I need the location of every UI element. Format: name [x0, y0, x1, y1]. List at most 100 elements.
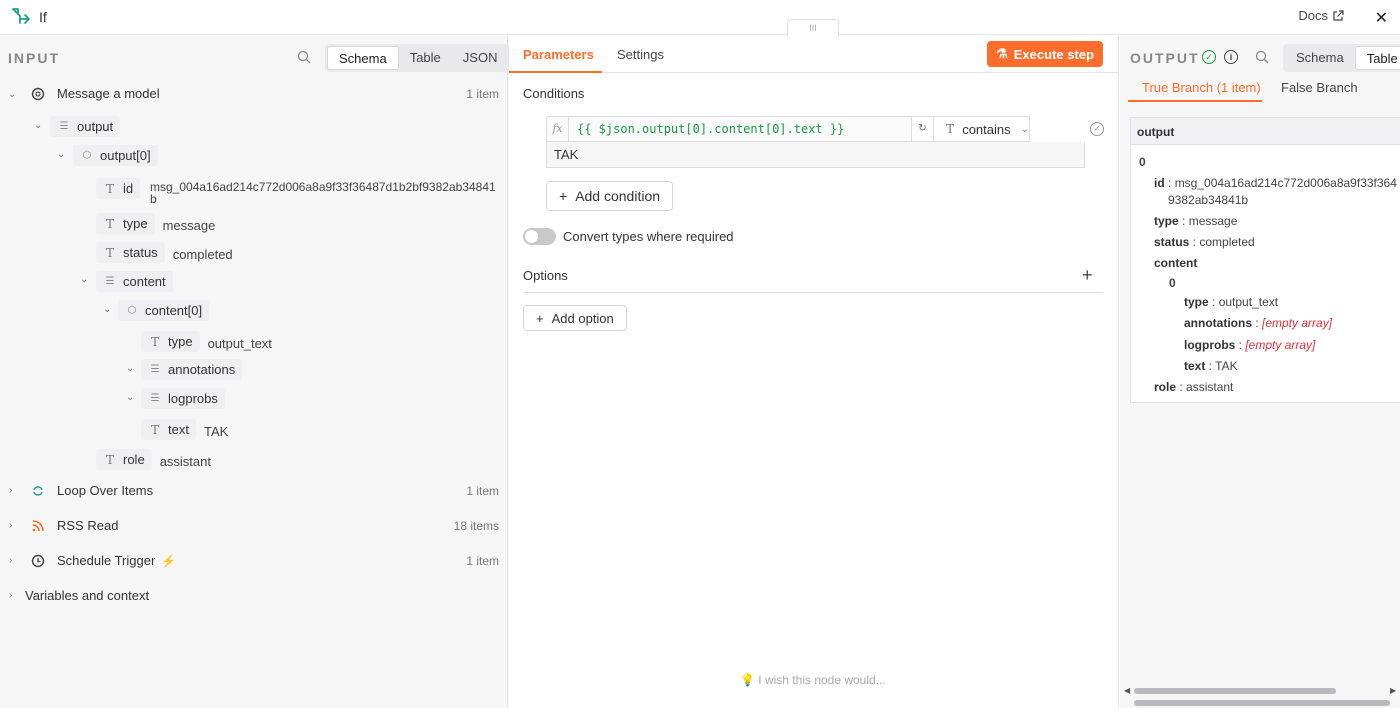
field-value: message: [162, 217, 216, 233]
scroll-right-icon[interactable]: ▶: [1390, 686, 1396, 695]
tree-item-logprobs[interactable]: ☰ logprobs: [141, 388, 225, 409]
plus-icon[interactable]: +: [1082, 265, 1093, 286]
list-icon: ☰: [150, 364, 160, 375]
scroll-left-icon[interactable]: ◀: [1124, 686, 1130, 695]
feedback-link[interactable]: 💡 I wish this node would...: [740, 673, 886, 687]
chevron-down-icon[interactable]: ⌄: [34, 120, 44, 131]
tree-item-id: Tid: [96, 178, 141, 199]
tree-item-text: Ttext TAK: [141, 419, 228, 440]
item-count: 1 item: [466, 554, 499, 568]
node-message-a-model[interactable]: Message a model: [31, 86, 160, 101]
tree-item-role: Trole assistant: [96, 449, 211, 470]
node-schedule-trigger[interactable]: Schedule Trigger ⚡: [31, 553, 176, 568]
horizontal-scrollbar[interactable]: [1134, 688, 1336, 694]
tree-item-content-type: Ttype output_text: [141, 331, 272, 352]
value: [empty array]: [1245, 338, 1316, 352]
top-bar: If III Docs ✕: [0, 0, 1400, 37]
search-icon[interactable]: [1255, 50, 1269, 67]
tree-item-content[interactable]: ☰ content: [96, 271, 173, 292]
output-type: type : message: [1154, 214, 1238, 228]
input-view-json[interactable]: JSON: [452, 46, 509, 70]
tab-false-branch[interactable]: False Branch: [1281, 80, 1358, 95]
chevron-down-icon[interactable]: ⌄: [80, 274, 90, 285]
key: annotations: [1184, 316, 1252, 330]
external-link-icon: [1333, 9, 1344, 21]
chevron-down-icon[interactable]: ⌄: [126, 363, 136, 374]
swap-icon[interactable]: ↻: [912, 116, 934, 142]
node-loop-over-items[interactable]: Loop Over Items: [31, 483, 153, 498]
field-value-line: b: [150, 192, 157, 206]
input-panel: INPUT Schema Table JSON ⌄ Message a mode…: [0, 36, 511, 708]
operator-select[interactable]: T contains ⌄: [934, 116, 1030, 142]
text-type-icon: T: [105, 245, 114, 260]
tree-item-content0[interactable]: ⬡ content[0]: [118, 300, 210, 321]
add-option-button[interactable]: + Add option: [523, 305, 627, 331]
chevron-right-icon[interactable]: ›: [9, 555, 19, 566]
output-id-cont: 9382ab34841b: [1168, 193, 1249, 207]
output-role: role : assistant: [1154, 380, 1234, 394]
chevron-down-icon[interactable]: ⌄: [57, 149, 67, 160]
output-view-switch: Schema Table: [1283, 44, 1400, 72]
key: content: [1154, 256, 1198, 270]
variables-and-context[interactable]: Variables and context: [25, 588, 149, 603]
key: status: [1154, 235, 1190, 249]
operator-value: contains: [962, 121, 1011, 137]
value: assistant: [1186, 380, 1234, 394]
field-value-line: msg_004a16ad214c772d006a8a9f33f36487d1b2…: [150, 180, 496, 194]
horizontal-scrollbar-2[interactable]: [1134, 700, 1390, 706]
tab-true-branch[interactable]: True Branch (1 item): [1142, 80, 1261, 95]
key: text: [1184, 359, 1206, 373]
value: msg_004a16ad214c772d006a8a9f33f364: [1174, 176, 1397, 190]
execute-step-button[interactable]: ⚗ Execute step: [987, 41, 1103, 67]
content-index: 0: [1169, 276, 1176, 290]
key: role: [1154, 380, 1177, 394]
add-option-label: Add option: [551, 310, 614, 326]
openai-icon: [31, 87, 45, 100]
close-icon[interactable]: ✕: [1375, 8, 1388, 28]
list-icon: ☰: [150, 393, 160, 404]
chevron-down-icon[interactable]: ⌄: [126, 392, 136, 403]
tree-item-type: Ttype message: [96, 213, 215, 234]
chevron-down-icon[interactable]: ⌄: [103, 304, 113, 315]
add-condition-button[interactable]: + Add condition: [546, 181, 674, 211]
search-icon[interactable]: [297, 50, 311, 67]
output-panel: OUTPUT ✓ i Schema Table True Branch (1 i…: [1120, 36, 1400, 708]
value: [empty array]: [1262, 316, 1333, 330]
item-count: 18 items: [453, 519, 499, 533]
text-type-icon: T: [105, 452, 114, 467]
text-type-icon: T: [150, 334, 159, 349]
output-view-table[interactable]: Table: [1354, 46, 1400, 70]
condition-left-input[interactable]: fx {{ $json.output[0].content[0].text }}: [546, 116, 912, 142]
convert-types-label: Convert types where required: [563, 229, 734, 244]
resize-handle[interactable]: III: [787, 19, 839, 37]
tab-settings[interactable]: Settings: [617, 47, 664, 62]
item-count: 1 item: [466, 484, 499, 498]
node-rss-read[interactable]: RSS Read: [31, 518, 118, 533]
tree-item-output[interactable]: ☰ output: [50, 116, 121, 137]
output-view-schema[interactable]: Schema: [1285, 46, 1355, 70]
input-view-schema[interactable]: Schema: [327, 46, 399, 70]
docs-link[interactable]: Docs: [1298, 8, 1344, 23]
tree-item-annotations[interactable]: ☰ annotations: [141, 359, 243, 380]
tree-item-output0[interactable]: ⬡ output[0]: [73, 145, 158, 166]
condition-right-input[interactable]: TAK: [546, 142, 1085, 168]
conditions-label: Conditions: [523, 86, 585, 101]
chevron-down-icon[interactable]: ⌄: [8, 89, 18, 100]
tab-parameters[interactable]: Parameters: [523, 47, 594, 62]
field-label: output[0]: [100, 148, 151, 163]
info-icon[interactable]: i: [1224, 50, 1238, 64]
clock-icon: [31, 554, 45, 567]
rss-icon: [32, 519, 44, 531]
input-view-table[interactable]: Table: [399, 46, 452, 70]
execute-label: Execute step: [1013, 46, 1094, 62]
chevron-right-icon[interactable]: ›: [9, 590, 19, 601]
field-label: type: [168, 334, 193, 349]
object-icon: ⬡: [127, 305, 137, 316]
chevron-right-icon[interactable]: ›: [9, 485, 19, 496]
chevron-right-icon[interactable]: ›: [9, 520, 19, 531]
field-label: output: [77, 119, 114, 134]
field-label: annotations: [168, 362, 236, 377]
field-label: role: [123, 452, 145, 467]
feedback-label: I wish this node would...: [758, 673, 886, 687]
convert-types-toggle[interactable]: [523, 228, 556, 245]
